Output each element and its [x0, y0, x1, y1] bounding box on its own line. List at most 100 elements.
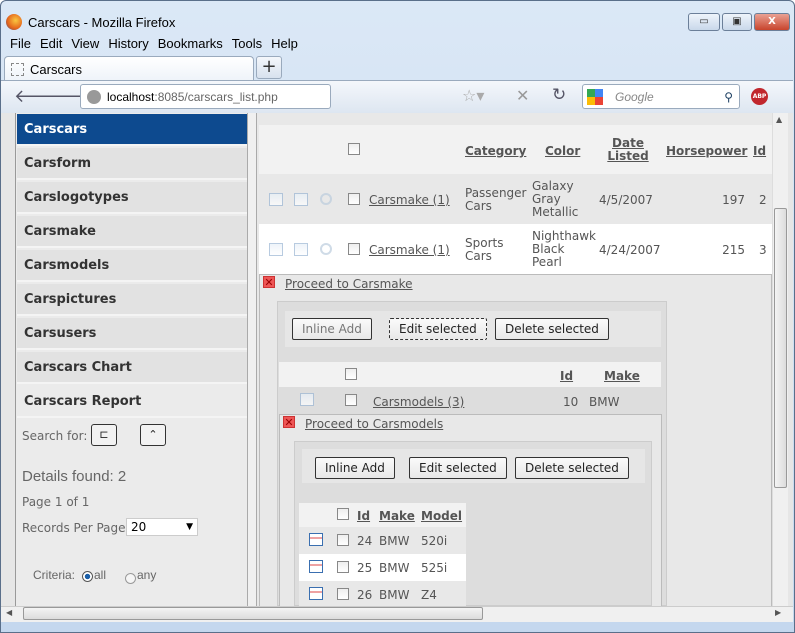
edit-icon[interactable] — [309, 533, 323, 546]
cell-id: 3 — [759, 243, 767, 257]
close-details-icon[interactable]: ✕ — [263, 276, 275, 288]
scroll-left-icon[interactable]: ◀ — [6, 608, 12, 617]
delete-selected-button[interactable]: Delete selected — [515, 457, 629, 479]
row-checkbox[interactable] — [348, 193, 360, 205]
proceed-to-carsmodels-link[interactable]: Proceed to Carsmodels — [305, 417, 443, 431]
menu-bookmarks[interactable]: Bookmarks — [158, 36, 223, 51]
collapse-search-button[interactable]: ⌃ — [140, 424, 166, 446]
records-per-page-value: 20 — [131, 520, 147, 534]
header-id[interactable]: Id — [753, 144, 766, 158]
inline-edit-icon[interactable] — [294, 193, 308, 206]
maximize-button[interactable]: ▣ — [722, 13, 752, 31]
cell-make: BMW — [379, 561, 410, 575]
select-all-checkbox[interactable] — [337, 508, 349, 520]
new-tab-button[interactable]: + — [256, 56, 282, 79]
inline-add-button[interactable]: Inline Add — [315, 457, 395, 479]
select-all-checkbox[interactable] — [348, 143, 360, 155]
vertical-scrollbar-thumb[interactable] — [774, 208, 787, 488]
records-per-page-label: Records Per Page: — [22, 521, 130, 535]
criteria-all-label: all — [94, 568, 107, 582]
inline-edit-icon[interactable] — [294, 243, 308, 256]
reload-icon[interactable]: ↻ — [552, 85, 566, 105]
header-date-listed[interactable]: Date Listed — [607, 137, 649, 163]
carsmake-link[interactable]: Carsmake (1) — [369, 193, 450, 207]
header-id[interactable]: Id — [560, 369, 573, 383]
sidebar-item-carspictures[interactable]: Carspictures — [17, 284, 247, 316]
edit-icon[interactable] — [269, 193, 283, 206]
close-details-icon[interactable]: ✕ — [283, 416, 295, 428]
pane-splitter[interactable] — [247, 113, 257, 606]
sidebar-item-carscars-chart[interactable]: Carscars Chart — [17, 352, 247, 384]
cell-category: Sports Cars — [465, 236, 504, 263]
globe-icon — [87, 89, 101, 104]
tab-carscars[interactable]: Carscars — [4, 56, 254, 81]
details-found: Details found: 2 — [22, 468, 127, 485]
criteria-any-radio[interactable] — [125, 573, 136, 584]
sidebar-item-carsmodels[interactable]: Carsmodels — [17, 250, 247, 282]
header-horsepower[interactable]: Horsepower — [666, 144, 747, 158]
favicon-placeholder-icon — [11, 62, 24, 76]
header-model[interactable]: Model — [421, 509, 462, 523]
edit-icon[interactable] — [309, 560, 323, 573]
row-checkbox[interactable] — [345, 394, 357, 406]
sidebar-item-carscars-report[interactable]: Carscars Report — [17, 386, 247, 418]
view-icon[interactable] — [320, 193, 332, 205]
google-icon — [587, 88, 603, 105]
sidebar-item-carscars[interactable]: Carscars — [17, 114, 247, 146]
cell-date: 4/24/2007 — [599, 243, 661, 257]
menu-view[interactable]: View — [71, 36, 99, 51]
close-button[interactable]: X — [754, 13, 790, 31]
main-area: Category Color Date Listed Horsepower Id… — [257, 113, 772, 606]
header-color[interactable]: Color — [545, 144, 580, 158]
stop-icon[interactable]: ✕ — [516, 86, 529, 105]
header-id[interactable]: Id — [357, 509, 370, 523]
edit-icon[interactable] — [269, 243, 283, 256]
show-search-options-button[interactable]: ⊏ — [91, 424, 117, 446]
menu-file[interactable]: File — [10, 36, 31, 51]
edit-selected-button[interactable]: Edit selected — [389, 318, 487, 340]
carsmodels-link[interactable]: Carsmodels (3) — [373, 395, 464, 409]
edit-icon[interactable] — [309, 587, 323, 600]
records-per-page-select[interactable]: 20 ▼ — [126, 518, 198, 536]
sidebar-item-carslogotypes[interactable]: Carslogotypes — [17, 182, 247, 214]
row-checkbox[interactable] — [337, 588, 349, 600]
minimize-button[interactable]: ▭ — [688, 13, 720, 31]
select-all-checkbox[interactable] — [345, 368, 357, 380]
sidebar-item-carsusers[interactable]: Carsusers — [17, 318, 247, 350]
carsmake-link[interactable]: Carsmake (1) — [369, 243, 450, 257]
cell-color: Galaxy Gray Metallic — [532, 179, 579, 219]
sidebar-item-carsmake[interactable]: Carsmake — [17, 216, 247, 248]
edit-icon[interactable] — [300, 393, 314, 406]
menu-help[interactable]: Help — [271, 36, 298, 51]
row-checkbox[interactable] — [337, 561, 349, 573]
horizontal-scrollbar-thumb[interactable] — [23, 607, 483, 620]
header-category[interactable]: Category — [465, 144, 526, 158]
firefox-logo-icon — [6, 14, 22, 30]
cell-model: Z4 — [421, 588, 437, 602]
delete-selected-button[interactable]: Delete selected — [495, 318, 609, 340]
scroll-right-icon[interactable]: ▶ — [775, 608, 781, 617]
sidebar: Carscars Carsform Carslogotypes Carsmake… — [15, 113, 247, 606]
url-bar[interactable]: localhost:8085/carscars_list.php — [80, 84, 331, 109]
menu-edit[interactable]: Edit — [40, 36, 62, 51]
sidebar-item-carsform[interactable]: Carsform — [17, 148, 247, 180]
adblock-icon[interactable]: ABP — [751, 88, 768, 105]
cell-id: 24 — [357, 534, 373, 548]
row-checkbox[interactable] — [348, 243, 360, 255]
search-icon[interactable]: ⚲ — [724, 90, 733, 104]
inline-add-button[interactable]: Inline Add — [292, 318, 372, 340]
cell-id: 2 — [759, 193, 767, 207]
bookmark-star-icon[interactable]: ☆▾ — [462, 86, 484, 105]
search-input[interactable]: Google ⚲ — [582, 84, 740, 109]
cell-make: BMW — [379, 588, 410, 602]
row-checkbox[interactable] — [337, 534, 349, 546]
menu-history[interactable]: History — [108, 36, 148, 51]
proceed-to-carsmake-link[interactable]: Proceed to Carsmake — [285, 277, 413, 291]
header-make[interactable]: Make — [604, 369, 640, 383]
header-make[interactable]: Make — [379, 509, 415, 523]
view-icon[interactable] — [320, 243, 332, 255]
menu-tools[interactable]: Tools — [232, 36, 262, 51]
edit-selected-button[interactable]: Edit selected — [409, 457, 507, 479]
scroll-up-icon[interactable]: ▲ — [776, 115, 782, 124]
criteria-all-radio[interactable] — [82, 571, 93, 582]
